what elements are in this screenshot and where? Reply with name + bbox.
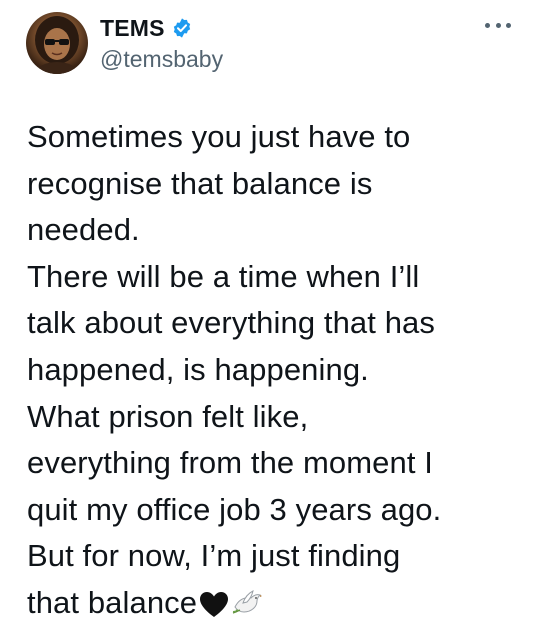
tweet-line: recognise that balance is <box>27 165 373 201</box>
dove-icon <box>231 586 263 633</box>
tweet-line: that balance <box>27 584 198 620</box>
author-block: TEMS @temsbaby <box>100 14 223 73</box>
tweet: TEMS @temsbaby Sometimes you just have t… <box>0 0 533 640</box>
tweet-line: quit my office job 3 years ago. <box>27 491 442 527</box>
tweet-line-last: that balance <box>27 580 517 627</box>
tweet-line: There will be a time when I’ll <box>27 258 420 294</box>
handle[interactable]: @temsbaby <box>100 46 223 73</box>
more-horizontal-icon[interactable] <box>485 18 511 32</box>
tweet-line: happened, is happening. <box>27 351 369 387</box>
tweet-line: needed. <box>27 212 140 248</box>
display-name[interactable]: TEMS <box>100 15 165 42</box>
tweet-line: Sometimes you just have to <box>27 119 411 154</box>
verified-badge-icon <box>171 17 193 39</box>
tweet-line: everything from the moment I <box>27 445 433 481</box>
name-row: TEMS <box>100 14 223 42</box>
black-heart-icon <box>199 586 229 633</box>
tweet-line: talk about everything that has <box>27 305 435 341</box>
tweet-line: But for now, I’m just finding <box>27 538 401 574</box>
avatar[interactable] <box>26 12 88 74</box>
tweet-text: Sometimes you just have to recognise tha… <box>27 114 517 627</box>
tweet-line: What prison felt like, <box>27 398 309 434</box>
